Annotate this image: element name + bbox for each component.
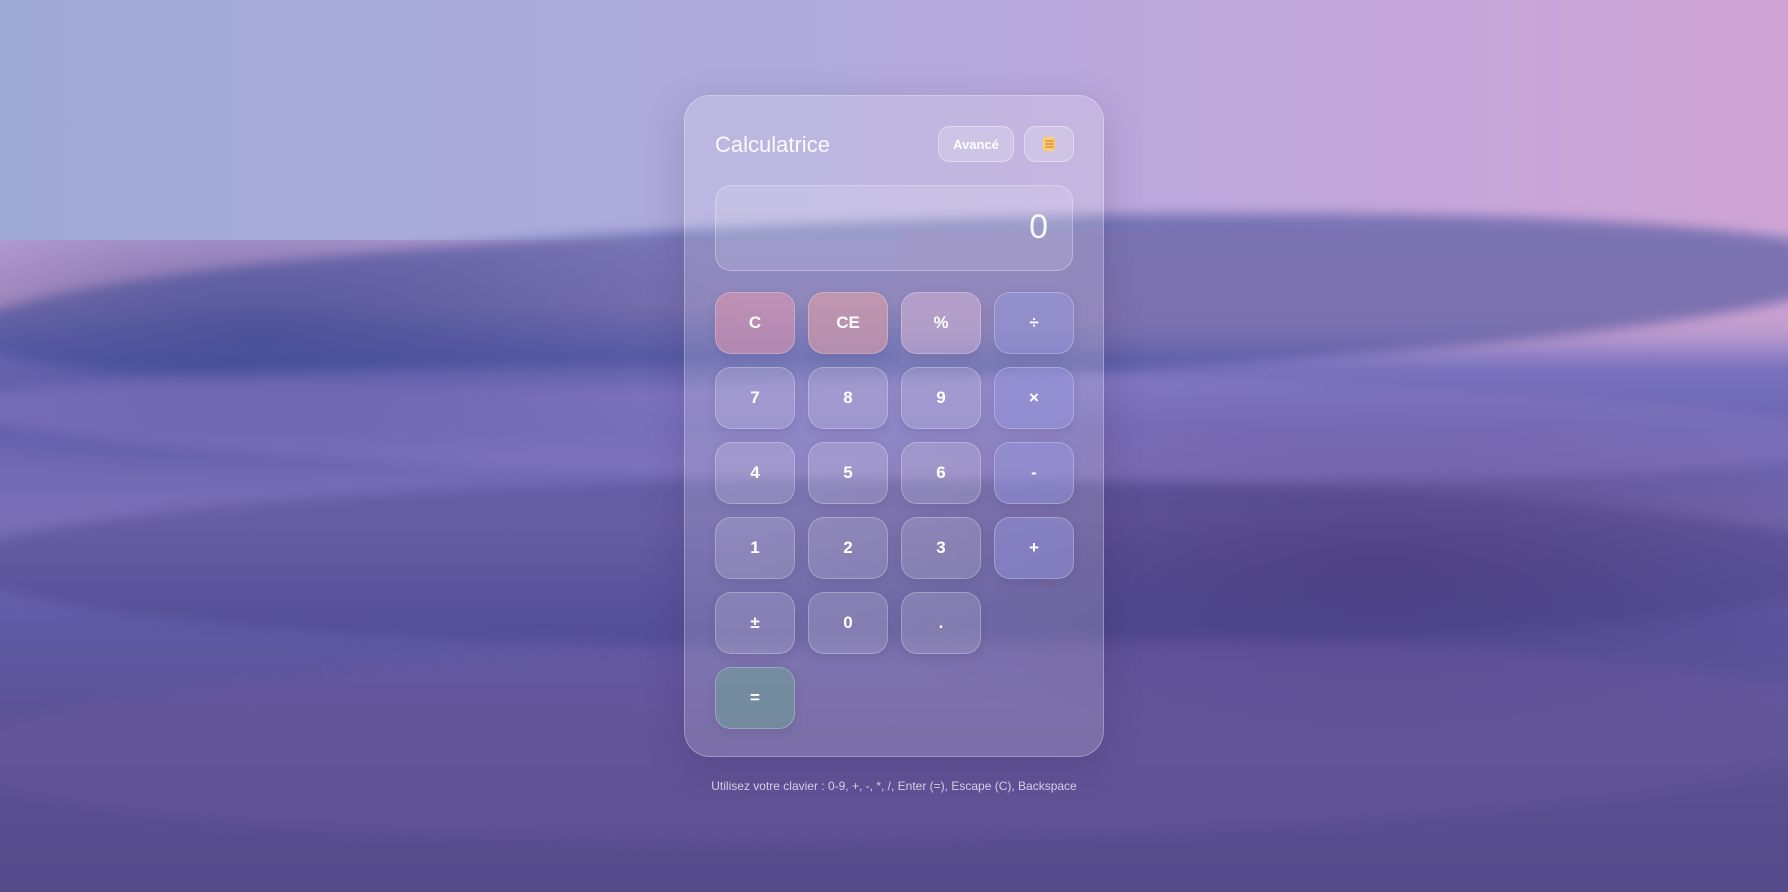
digit-2-button[interactable]: 2 — [808, 517, 888, 579]
result-display: 0 — [715, 185, 1073, 271]
display-value: 0 — [1029, 208, 1048, 246]
digit-4-button[interactable]: 4 — [715, 442, 795, 504]
digit-8-button[interactable]: 8 — [808, 367, 888, 429]
digit-6-button[interactable]: 6 — [901, 442, 981, 504]
digit-1-button[interactable]: 1 — [715, 517, 795, 579]
digit-5-button[interactable]: 5 — [808, 442, 888, 504]
multiply-button[interactable]: × — [994, 367, 1074, 429]
negate-button[interactable]: ± — [715, 592, 795, 654]
notepad-icon — [1043, 137, 1055, 151]
clear-entry-button[interactable]: CE — [808, 292, 888, 354]
percent-button[interactable]: % — [901, 292, 981, 354]
history-button[interactable] — [1024, 126, 1074, 162]
app-title: Calculatrice — [715, 132, 830, 157]
plus-button[interactable]: + — [994, 517, 1074, 579]
digit-3-button[interactable]: 3 — [901, 517, 981, 579]
calculator-panel: Calculatrice Avancé 0 C CE % ÷ 7 8 9 × 4… — [684, 95, 1104, 757]
keyboard-hint: Utilisez votre clavier : 0-9, +, -, *, /… — [711, 779, 1077, 793]
digit-9-button[interactable]: 9 — [901, 367, 981, 429]
digit-0-button[interactable]: 0 — [808, 592, 888, 654]
equals-button[interactable]: = — [715, 667, 795, 729]
clear-button[interactable]: C — [715, 292, 795, 354]
digit-7-button[interactable]: 7 — [715, 367, 795, 429]
divide-button[interactable]: ÷ — [994, 292, 1074, 354]
advanced-mode-button[interactable]: Avancé — [938, 126, 1014, 162]
decimal-button[interactable]: . — [901, 592, 981, 654]
minus-button[interactable]: - — [994, 442, 1074, 504]
